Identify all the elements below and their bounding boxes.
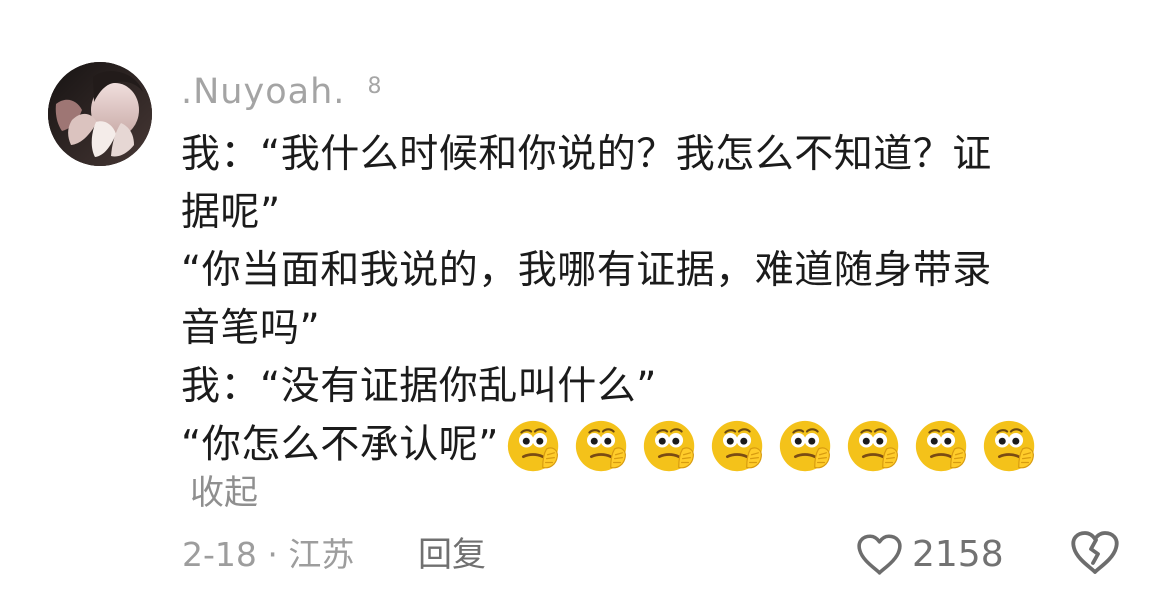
comment-line-6-with-emojis: “你怎么不承认呢”: [181, 416, 1121, 478]
dislike-button[interactable]: [1071, 529, 1119, 577]
comment-line-3: “你当面和我说的，我哪有证据，难道随身带录: [181, 248, 992, 293]
user-level-badge: 8: [367, 74, 383, 99]
username[interactable]: .Nuyoah. 8: [181, 72, 383, 112]
emoji-row: [503, 416, 1041, 478]
comment-line-2: 据呢”: [181, 190, 281, 235]
broken-heart-outline-icon: [1071, 531, 1119, 574]
comment-body: 我：“我什么时候和你说的？我怎么不知道？证 据呢” “你当面和我说的，我哪有证据…: [181, 126, 1121, 478]
reply-button[interactable]: 回复: [418, 532, 486, 578]
username-text: .Nuyoah.: [181, 72, 346, 112]
thinking-face-emoji: [983, 420, 1035, 472]
thinking-face-emoji: [711, 420, 763, 472]
thinking-face-emoji: [507, 420, 559, 472]
comment-meta: 2-18 · 江苏: [182, 535, 355, 574]
comment-line-5: 我：“没有证据你乱叫什么”: [181, 364, 657, 409]
thinking-face-emoji: [575, 420, 627, 472]
comment-line-6: “你怎么不承认呢”: [181, 422, 499, 468]
comment-line-4: 音笔吗”: [181, 306, 321, 351]
collapse-button[interactable]: 收起: [190, 471, 258, 515]
thinking-face-emoji: [779, 420, 831, 472]
thinking-face-emoji: [915, 420, 967, 472]
like-count: 2158: [912, 534, 1004, 575]
thinking-face-emoji: [643, 420, 695, 472]
thinking-face-emoji: [847, 420, 899, 472]
comment-line-1: 我：“我什么时候和你说的？我怎么不知道？证: [181, 132, 992, 177]
avatar[interactable]: [48, 62, 152, 166]
like-button[interactable]: 2158: [857, 528, 1004, 582]
heart-outline-icon: [857, 534, 902, 575]
